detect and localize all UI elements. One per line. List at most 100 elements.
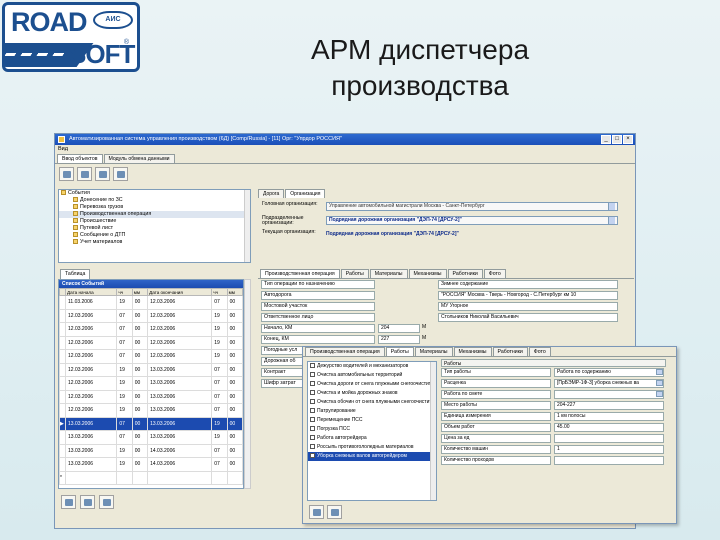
table-row[interactable]: 12.03.2006 19 00 13.03.2006 07 00 (59, 403, 243, 418)
table-row[interactable]: 12.03.2006 07 00 12.03.2006 19 00 (59, 322, 243, 337)
toolbar-refresh-icon[interactable] (59, 167, 74, 181)
col-start-mm[interactable]: мм (131, 288, 149, 296)
toolbar-tools-icon[interactable] (95, 167, 110, 181)
toolbar-edit-icon[interactable] (77, 167, 92, 181)
ellipsis-button-icon[interactable] (608, 203, 615, 210)
tab-machines[interactable]: Механизмы (408, 269, 447, 278)
operation-item[interactable]: Очистка и мойка дорожных знаков (308, 389, 436, 398)
operation-item[interactable]: Работа автогрейдера (308, 434, 436, 443)
tree-scrollbar[interactable] (244, 190, 250, 262)
sub-org-select[interactable]: Подрядная дорожная организация "ДЭП-74 [… (326, 216, 618, 225)
operations-scrollbar[interactable] (430, 362, 436, 500)
checkbox-icon[interactable] (310, 372, 315, 378)
checkbox-icon[interactable] (310, 417, 315, 423)
tree-item[interactable]: Производственная операция (59, 211, 250, 218)
head-org-field[interactable]: Управление автомобильной магистрали Моск… (326, 202, 618, 211)
table-row[interactable]: 12.03.2006 19 00 13.03.2006 07 00 (59, 376, 243, 391)
work-property-value[interactable]: 1 (554, 445, 664, 454)
chevron-down-icon[interactable] (656, 391, 663, 397)
tab-road[interactable]: Дорога (258, 189, 285, 198)
table-row[interactable]: 12.03.2006 19 00 13.03.2006 07 00 (59, 362, 243, 377)
checkbox-icon[interactable] (310, 381, 315, 387)
tab-table[interactable]: Таблица (60, 269, 91, 279)
work-property-value[interactable] (554, 434, 664, 443)
table-row[interactable]: * (59, 470, 243, 485)
checkbox-icon[interactable] (310, 453, 315, 459)
table-row[interactable]: 13.03.2006 07 00 13.03.2006 19 00 (59, 430, 243, 445)
property-value[interactable]: 227 (378, 335, 420, 344)
operation-item[interactable]: Перемещение ПСС (308, 416, 436, 425)
tree-item[interactable]: Сообщение о ДТП (59, 232, 250, 239)
events-scrollbar[interactable] (244, 279, 251, 489)
tab-works[interactable]: Работы (340, 269, 369, 278)
tree-item[interactable]: События (59, 190, 250, 197)
table-row[interactable]: 12.03.2006 07 00 12.03.2006 19 00 (59, 335, 243, 350)
checkbox-icon[interactable] (310, 426, 315, 432)
checkbox-icon[interactable] (310, 408, 315, 414)
open-record-icon[interactable] (80, 495, 95, 509)
col-end-hh[interactable]: чч (211, 288, 228, 296)
tree-item[interactable]: Происшествие (59, 218, 250, 225)
property-field[interactable]: Стольников Николай Васильевич (438, 313, 618, 322)
property-field[interactable]: Зимнее содержание (438, 280, 618, 289)
add-record-icon[interactable] (61, 495, 76, 509)
tab-production-operation[interactable]: Производственная операция (260, 269, 340, 278)
tab-production-operation[interactable]: Производственная операция (305, 347, 385, 356)
operation-item[interactable]: Очистка обочин от снега плужными снегооч… (308, 398, 436, 407)
property-field[interactable]: МУ Угорное (438, 302, 618, 311)
work-property-value[interactable]: Работа по содержанию (554, 368, 664, 377)
menu-item-view[interactable]: Вид (58, 146, 68, 152)
operation-item[interactable]: Очистка автомобильных территорий (308, 371, 436, 380)
col-end-mm[interactable]: мм (226, 288, 243, 296)
tab-objects-input[interactable]: Ввод объектов (57, 154, 103, 163)
toolbar-print-icon[interactable] (113, 167, 128, 181)
operation-item[interactable]: Патрулирование (308, 407, 436, 416)
chevron-down-icon[interactable] (656, 369, 663, 375)
tree-item[interactable]: Путевой лист (59, 225, 250, 232)
col-start-hh[interactable]: чч (116, 288, 133, 296)
table-row[interactable]: 12.03.2006 07 00 12.03.2006 19 00 (59, 349, 243, 364)
chevron-down-icon[interactable] (608, 217, 615, 224)
tab-data-exchange[interactable]: Модуль обмена данными (103, 154, 175, 163)
close-button[interactable]: × (623, 135, 633, 144)
operation-item[interactable]: Погрузка ПСС (308, 425, 436, 434)
work-property-value[interactable] (554, 390, 664, 399)
operation-item[interactable]: Россыпь противогололедных материалов (308, 443, 436, 452)
tab-machines[interactable]: Механизмы (453, 347, 492, 356)
tab-photo[interactable]: Фото (528, 347, 551, 356)
tree-item[interactable]: Перевозка грузов (59, 204, 250, 211)
delete-record-icon[interactable] (99, 495, 114, 509)
work-property-value[interactable]: 1 км полосы (554, 412, 664, 421)
table-row[interactable]: 13.03.2006 19 00 14.03.2006 07 00 (59, 457, 243, 472)
tree-item[interactable]: Донесение по ЗС (59, 197, 250, 204)
property-field[interactable]: "РОССИЯ" Москва - Тверь - Новгород - С.П… (438, 291, 618, 300)
table-row[interactable]: ▶ 13.03.2006 07 00 13.03.2006 19 00 (59, 416, 243, 431)
table-row[interactable]: 13.03.2006 19 00 14.03.2006 07 00 (59, 443, 243, 458)
table-row[interactable]: 12.03.2006 19 00 13.03.2006 07 00 (59, 389, 243, 404)
checkbox-icon[interactable] (310, 399, 315, 405)
table-row[interactable]: 12.03.2006 07 00 12.03.2006 19 00 (59, 308, 243, 323)
table-row[interactable]: 11.03.2006 19 00 12.03.2006 07 00 (59, 295, 243, 310)
tab-works[interactable]: Работы (385, 347, 414, 356)
work-property-value[interactable] (554, 456, 664, 465)
checkbox-icon[interactable] (310, 390, 315, 396)
operation-item[interactable]: Дежурство водителей и механизаторов (308, 362, 436, 371)
work-property-value[interactable]: [ПрБЭМР-1Ф-3] уборка снежных ва (554, 379, 664, 388)
tab-materials[interactable]: Материалы (369, 269, 408, 278)
property-value[interactable]: 204 (378, 324, 420, 333)
tab-materials[interactable]: Материалы (414, 347, 453, 356)
add-work-icon[interactable] (309, 505, 324, 519)
tab-workers[interactable]: Работники (447, 269, 483, 278)
col-start-date[interactable]: Дата начала (64, 288, 118, 296)
operation-item[interactable]: Очистка дороги от снега плужными снегооч… (308, 380, 436, 389)
chevron-down-icon[interactable] (656, 380, 663, 386)
col-end-date[interactable]: Дата окончания (147, 288, 213, 296)
minimize-button[interactable]: _ (601, 135, 611, 144)
tab-photo[interactable]: Фото (483, 269, 506, 278)
remove-work-icon[interactable] (327, 505, 342, 519)
tab-organization[interactable]: Организация (285, 189, 326, 198)
work-property-value[interactable]: 45.00 (554, 423, 664, 432)
checkbox-icon[interactable] (310, 435, 315, 441)
operation-item[interactable]: Уборка снежных валов автогрейдером (308, 452, 436, 461)
maximize-button[interactable]: □ (612, 135, 622, 144)
